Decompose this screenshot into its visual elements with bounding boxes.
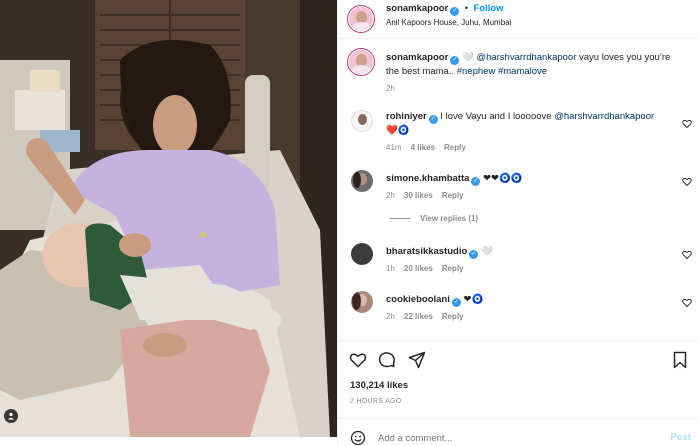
comment-time: 1h xyxy=(386,264,395,273)
comment-like-heart-icon[interactable] xyxy=(682,119,692,129)
author-avatar[interactable] xyxy=(347,5,375,33)
post-location[interactable]: Anil Kapoors House, Juhu, Mumbai xyxy=(386,18,511,27)
comment-likes[interactable]: 20 likes xyxy=(404,264,433,273)
comment-time: 2h xyxy=(386,191,395,200)
follow-button[interactable]: Follow xyxy=(473,3,503,14)
caption-mention-link[interactable]: @harshvarrdhankapoor xyxy=(476,52,576,63)
commenter-username[interactable]: bharatsikkastudio xyxy=(386,246,467,257)
caption-time: 2h xyxy=(386,84,395,93)
add-comment-bar: Post xyxy=(338,418,698,446)
comment-emoji: ❤🧿 xyxy=(463,294,484,305)
post-header: sonamkapoor ✓ • Follow Anil Kapoors House… xyxy=(338,0,698,39)
verified-badge-icon: ✓ xyxy=(450,7,460,16)
post-details-panel: sonamkapoor ✓ • Follow Anil Kapoors House… xyxy=(337,0,698,446)
caption-username[interactable]: sonamkapoor xyxy=(386,52,448,63)
commenter-avatar[interactable] xyxy=(351,243,373,265)
post-caption: sonamkapoor ✓ 🤍 @harshvarrdhankapoor vayu… xyxy=(386,51,686,79)
comment-likes[interactable]: 30 likes xyxy=(404,191,433,200)
post-actions-bar xyxy=(338,340,698,370)
comment-body: cookieboolani ✓ ❤🧿 xyxy=(386,293,666,307)
commenter-username[interactable]: cookieboolani xyxy=(386,294,450,305)
comment-meta: 41m 4 likes Reply xyxy=(386,143,475,152)
comment-emoji: ❤❤🧿🧿 xyxy=(483,173,523,184)
comment-meta: 2h 30 likes Reply xyxy=(386,191,473,200)
caption-hashtags[interactable]: #nephew #mamalove xyxy=(457,66,547,77)
comment-body: rohiniyer ✓ I love Vayu and I looooove @h… xyxy=(386,110,666,137)
comment-emoji: ❤️🧿 xyxy=(386,125,410,136)
verified-badge-icon: ✓ xyxy=(451,298,461,307)
verified-badge-icon: ✓ xyxy=(469,250,479,259)
caption-emoji: 🤍 xyxy=(461,52,474,63)
tagged-users-icon[interactable] xyxy=(4,409,18,423)
comment-body: bharatsikkastudio ✓ 🤍 xyxy=(386,245,666,259)
comment-icon[interactable] xyxy=(378,351,396,369)
comment-body: simone.khambatta ✓ ❤❤🧿🧿 xyxy=(386,172,666,186)
author-username[interactable]: sonamkapoor xyxy=(386,3,448,14)
comment-like-heart-icon[interactable] xyxy=(682,177,692,187)
photo-illustration xyxy=(0,0,337,437)
comment-likes[interactable]: 22 likes xyxy=(404,312,433,321)
comment-input[interactable] xyxy=(378,433,618,444)
comment-like-heart-icon[interactable] xyxy=(682,298,692,308)
share-icon[interactable] xyxy=(408,351,426,369)
post-time-ago: 2 HOURS AGO xyxy=(350,398,402,405)
commenter-username[interactable]: simone.khambatta xyxy=(386,173,469,184)
comment-text: I love Vayu and I looooove xyxy=(437,111,555,122)
emoji-icon[interactable] xyxy=(350,430,366,446)
post-photo[interactable] xyxy=(0,0,337,437)
view-replies-button[interactable]: View replies (1) xyxy=(390,214,478,223)
commenter-avatar[interactable] xyxy=(351,170,373,192)
separator: • xyxy=(464,3,468,13)
comment-mention-link[interactable]: @harshvarrdhankapoor xyxy=(554,111,654,122)
verified-badge-icon: ✓ xyxy=(428,115,438,124)
comment-time: 2h xyxy=(386,312,395,321)
comment-meta: 2h 22 likes Reply xyxy=(386,312,473,321)
bookmark-icon[interactable] xyxy=(671,351,689,369)
reply-button[interactable]: Reply xyxy=(442,191,464,200)
comment-meta: 1h 20 likes Reply xyxy=(386,264,473,273)
commenter-username[interactable]: rohiniyer xyxy=(386,111,427,122)
reply-button[interactable]: Reply xyxy=(444,143,466,152)
comment-like-heart-icon[interactable] xyxy=(682,250,692,260)
comment-emoji: 🤍 xyxy=(480,246,493,257)
likes-count[interactable]: 130,214 likes xyxy=(350,380,408,391)
view-replies-label: View replies (1) xyxy=(420,214,479,223)
view-replies-divider xyxy=(390,218,410,219)
commenter-avatar[interactable] xyxy=(351,110,373,132)
comment-likes[interactable]: 4 likes xyxy=(411,143,435,152)
heart-icon[interactable] xyxy=(349,351,367,369)
post-comment-button[interactable]: Post xyxy=(670,432,691,443)
reply-button[interactable]: Reply xyxy=(442,264,464,273)
caption-author-avatar[interactable] xyxy=(347,48,375,76)
reply-button[interactable]: Reply xyxy=(442,312,464,321)
commenter-avatar[interactable] xyxy=(351,291,373,313)
comment-time: 41m xyxy=(386,143,402,152)
verified-badge-icon: ✓ xyxy=(450,56,460,65)
verified-badge-icon: ✓ xyxy=(471,177,481,186)
instagram-post-view: sonamkapoor ✓ • Follow Anil Kapoors House… xyxy=(0,0,698,446)
